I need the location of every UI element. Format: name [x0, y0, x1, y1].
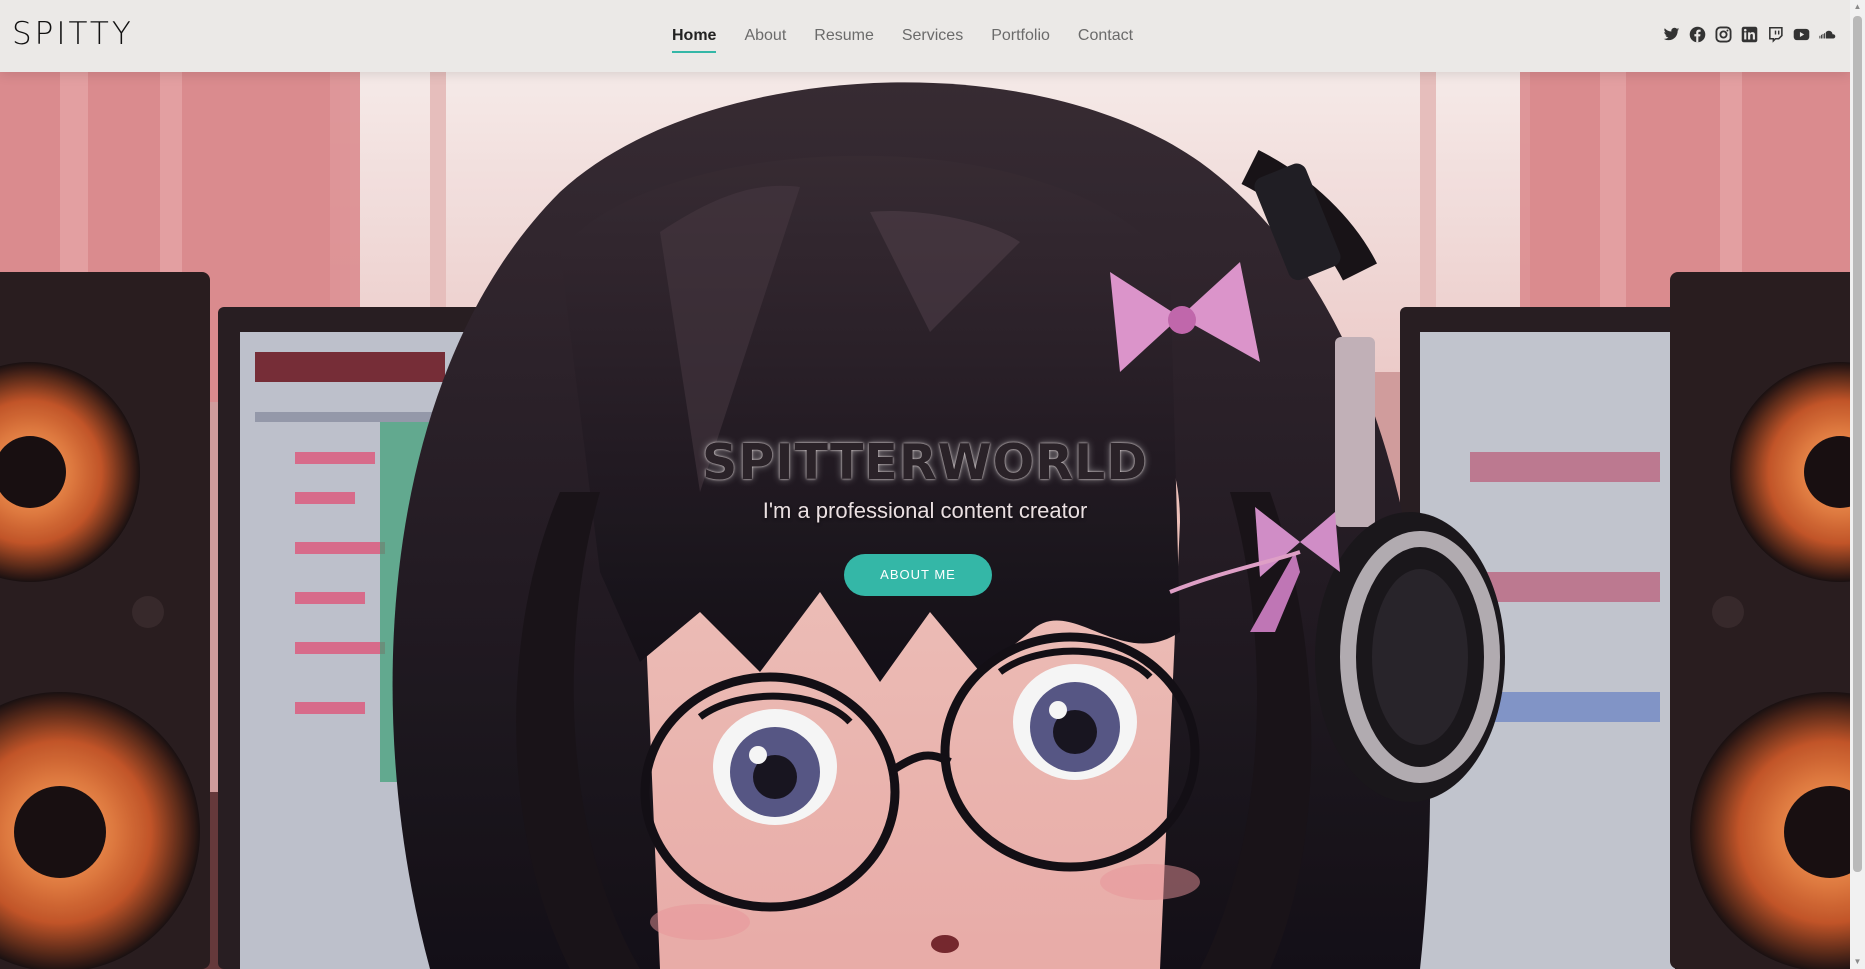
linkedin-icon[interactable] — [1741, 26, 1758, 43]
social-links — [1663, 26, 1836, 43]
scroll-up-arrow-icon[interactable]: ▲ — [1850, 0, 1865, 14]
facebook-icon[interactable] — [1689, 26, 1706, 43]
twitter-icon[interactable] — [1663, 26, 1680, 43]
twitch-icon[interactable] — [1767, 26, 1784, 43]
nav-item-about[interactable]: About — [744, 19, 786, 53]
nav-item-resume[interactable]: Resume — [814, 19, 874, 53]
site-header: SPITTY Home About Resume Services Portfo… — [0, 0, 1850, 72]
nav-item-home[interactable]: Home — [672, 19, 717, 53]
nav-item-contact[interactable]: Contact — [1078, 19, 1133, 53]
about-me-button[interactable]: ABOUT ME — [844, 554, 992, 596]
page-viewport: SPITTY Home About Resume Services Portfo… — [0, 0, 1850, 969]
page-scrollbar[interactable]: ▲ ▼ — [1850, 0, 1865, 969]
youtube-icon[interactable] — [1793, 26, 1810, 43]
instagram-icon[interactable] — [1715, 26, 1732, 43]
main-nav: Home About Resume Services Portfolio Con… — [672, 0, 1133, 72]
soundcloud-icon[interactable] — [1819, 26, 1836, 43]
scrollbar-thumb[interactable] — [1853, 16, 1862, 872]
site-logo[interactable]: SPITTY — [12, 16, 134, 52]
hero-section: SPITTERWORLD I'm a professional content … — [0, 72, 1850, 969]
hero-subtitle: I'm a professional content creator — [762, 498, 1088, 523]
nav-item-portfolio[interactable]: Portfolio — [991, 19, 1050, 53]
scroll-down-arrow-icon[interactable]: ▼ — [1850, 955, 1865, 969]
nav-item-services[interactable]: Services — [902, 19, 963, 53]
hero-title: SPITTERWORLD — [702, 434, 1148, 491]
